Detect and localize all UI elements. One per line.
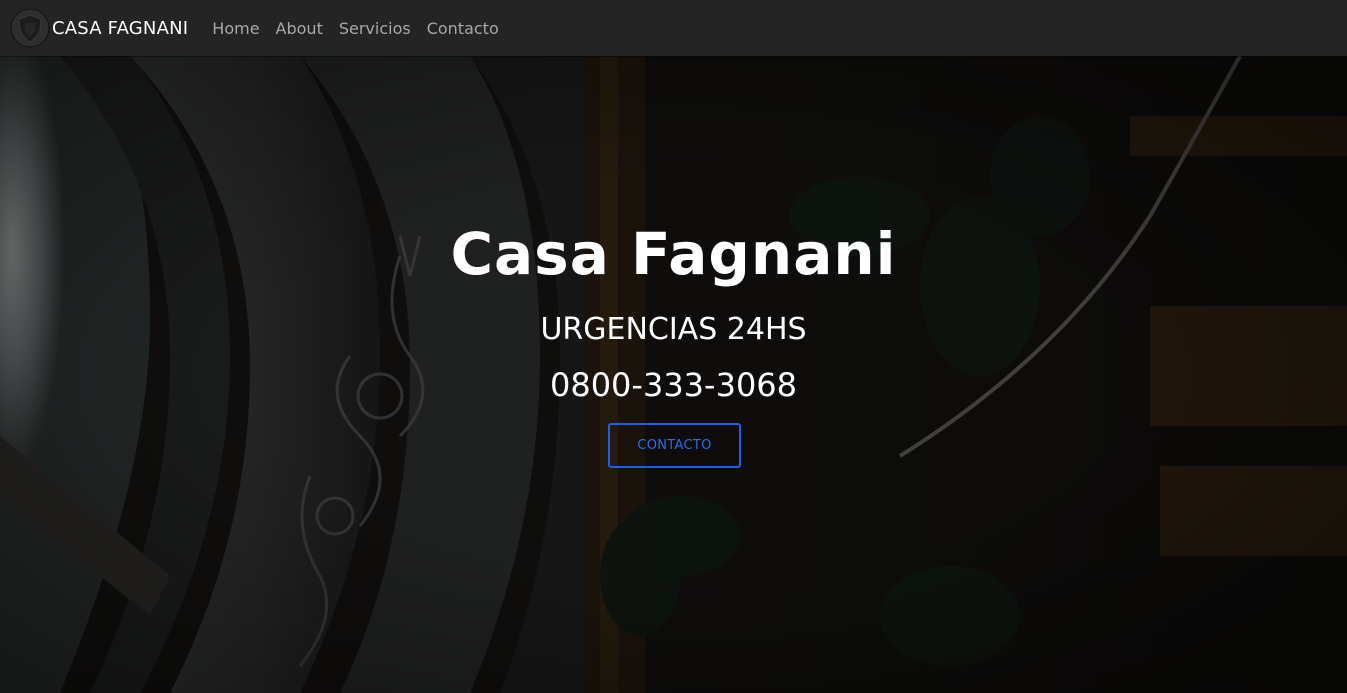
nav-link-servicios[interactable]: Servicios: [339, 19, 411, 38]
top-navbar: CASA FAGNANI Home About Servicios Contac…: [0, 0, 1347, 56]
nav-link-contacto[interactable]: Contacto: [427, 19, 499, 38]
brand-link[interactable]: CASA FAGNANI: [10, 8, 212, 48]
shield-logo-icon: [10, 8, 50, 48]
hero-title: Casa Fagnani: [450, 220, 897, 288]
brand-name: CASA FAGNANI: [52, 17, 189, 39]
hero-content: Casa Fagnani URGENCIAS 24HS 0800-333-306…: [0, 56, 1347, 693]
nav-link-about[interactable]: About: [276, 19, 323, 38]
nav-link-home[interactable]: Home: [212, 19, 259, 38]
hero-section: Casa Fagnani URGENCIAS 24HS 0800-333-306…: [0, 56, 1347, 693]
contacto-button[interactable]: CONTACTO: [608, 423, 741, 468]
nav-links: Home About Servicios Contacto: [212, 19, 514, 38]
hero-subtitle: URGENCIAS 24HS: [540, 312, 807, 347]
hero-phone-number: 0800-333-3068: [549, 366, 798, 404]
